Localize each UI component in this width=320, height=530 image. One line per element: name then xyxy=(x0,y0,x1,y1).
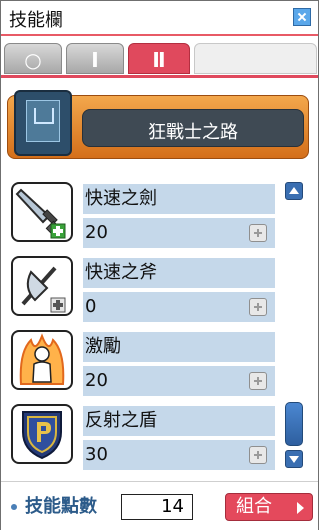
skill-level-value: 0 xyxy=(85,296,97,317)
combo-button-label: 組合 xyxy=(236,496,272,517)
tab-empty xyxy=(194,43,317,74)
skill-level-value: 20 xyxy=(85,222,108,243)
tab-job-2-label: Ⅱ xyxy=(152,48,166,72)
combo-button[interactable]: 組合 xyxy=(225,493,313,521)
scroll-down-icon[interactable] xyxy=(285,450,303,468)
title-bar[interactable]: 技能欄 xyxy=(1,1,318,36)
tab-strip: ○ Ⅰ Ⅱ xyxy=(4,43,317,76)
skill-level: 20 xyxy=(83,366,275,396)
skill-level: 0 xyxy=(83,292,275,322)
skill-row: 快速之斧 0 xyxy=(5,252,279,326)
scroll-thumb[interactable] xyxy=(285,402,303,446)
tab-job-1[interactable]: Ⅰ xyxy=(66,43,124,74)
skill-points-label: 技能點數 xyxy=(25,496,97,517)
axe-icon[interactable] xyxy=(11,256,73,316)
skill-row: 快速之劍 20 xyxy=(5,178,279,252)
job-title: 狂戰士之路 xyxy=(148,122,238,143)
tab-job-1-label: Ⅰ xyxy=(91,48,99,72)
book-icon xyxy=(14,90,72,156)
skill-level-value: 20 xyxy=(85,370,108,391)
tab-beginner[interactable]: ○ xyxy=(4,43,62,74)
skill-level: 30 xyxy=(83,440,275,470)
sword-icon[interactable] xyxy=(11,182,73,242)
scroll-up-icon[interactable] xyxy=(285,182,303,200)
skill-window: 技能欄 ○ Ⅰ Ⅱ 狂戰士之路 快速之劍 20 快速之斧 0 激勵 20 反射之… xyxy=(0,0,319,530)
level-up-button[interactable] xyxy=(249,372,267,390)
level-up-button[interactable] xyxy=(249,224,267,242)
skill-name: 反射之盾 xyxy=(83,406,275,436)
rage-icon[interactable] xyxy=(11,330,73,390)
job-title-box: 狂戰士之路 xyxy=(82,109,304,147)
close-icon[interactable] xyxy=(293,8,311,26)
arrow-right-icon xyxy=(297,502,304,514)
shield-icon[interactable] xyxy=(11,404,73,464)
window-title: 技能欄 xyxy=(9,10,63,31)
skill-row: 激勵 20 xyxy=(5,326,279,400)
skill-points-value: 14 xyxy=(121,494,193,520)
bullet-icon xyxy=(11,504,17,510)
tab-underline xyxy=(1,75,318,78)
skill-level-value: 30 xyxy=(85,444,108,465)
skill-name: 激勵 xyxy=(83,332,275,362)
skill-name: 快速之劍 xyxy=(83,184,275,214)
tab-beginner-label: ○ xyxy=(24,48,42,72)
level-up-button[interactable] xyxy=(249,446,267,464)
skill-scrollbar[interactable] xyxy=(285,182,305,468)
skill-row: 反射之盾 30 xyxy=(5,400,279,474)
skill-level: 20 xyxy=(83,218,275,248)
footer: 技能點數 14 組合 xyxy=(1,481,318,530)
tab-job-2[interactable]: Ⅱ xyxy=(128,43,190,74)
skill-name: 快速之斧 xyxy=(83,258,275,288)
job-banner: 狂戰士之路 xyxy=(7,90,309,159)
level-up-button[interactable] xyxy=(249,298,267,316)
skill-list: 快速之劍 20 快速之斧 0 激勵 20 反射之盾 30 xyxy=(5,178,281,474)
